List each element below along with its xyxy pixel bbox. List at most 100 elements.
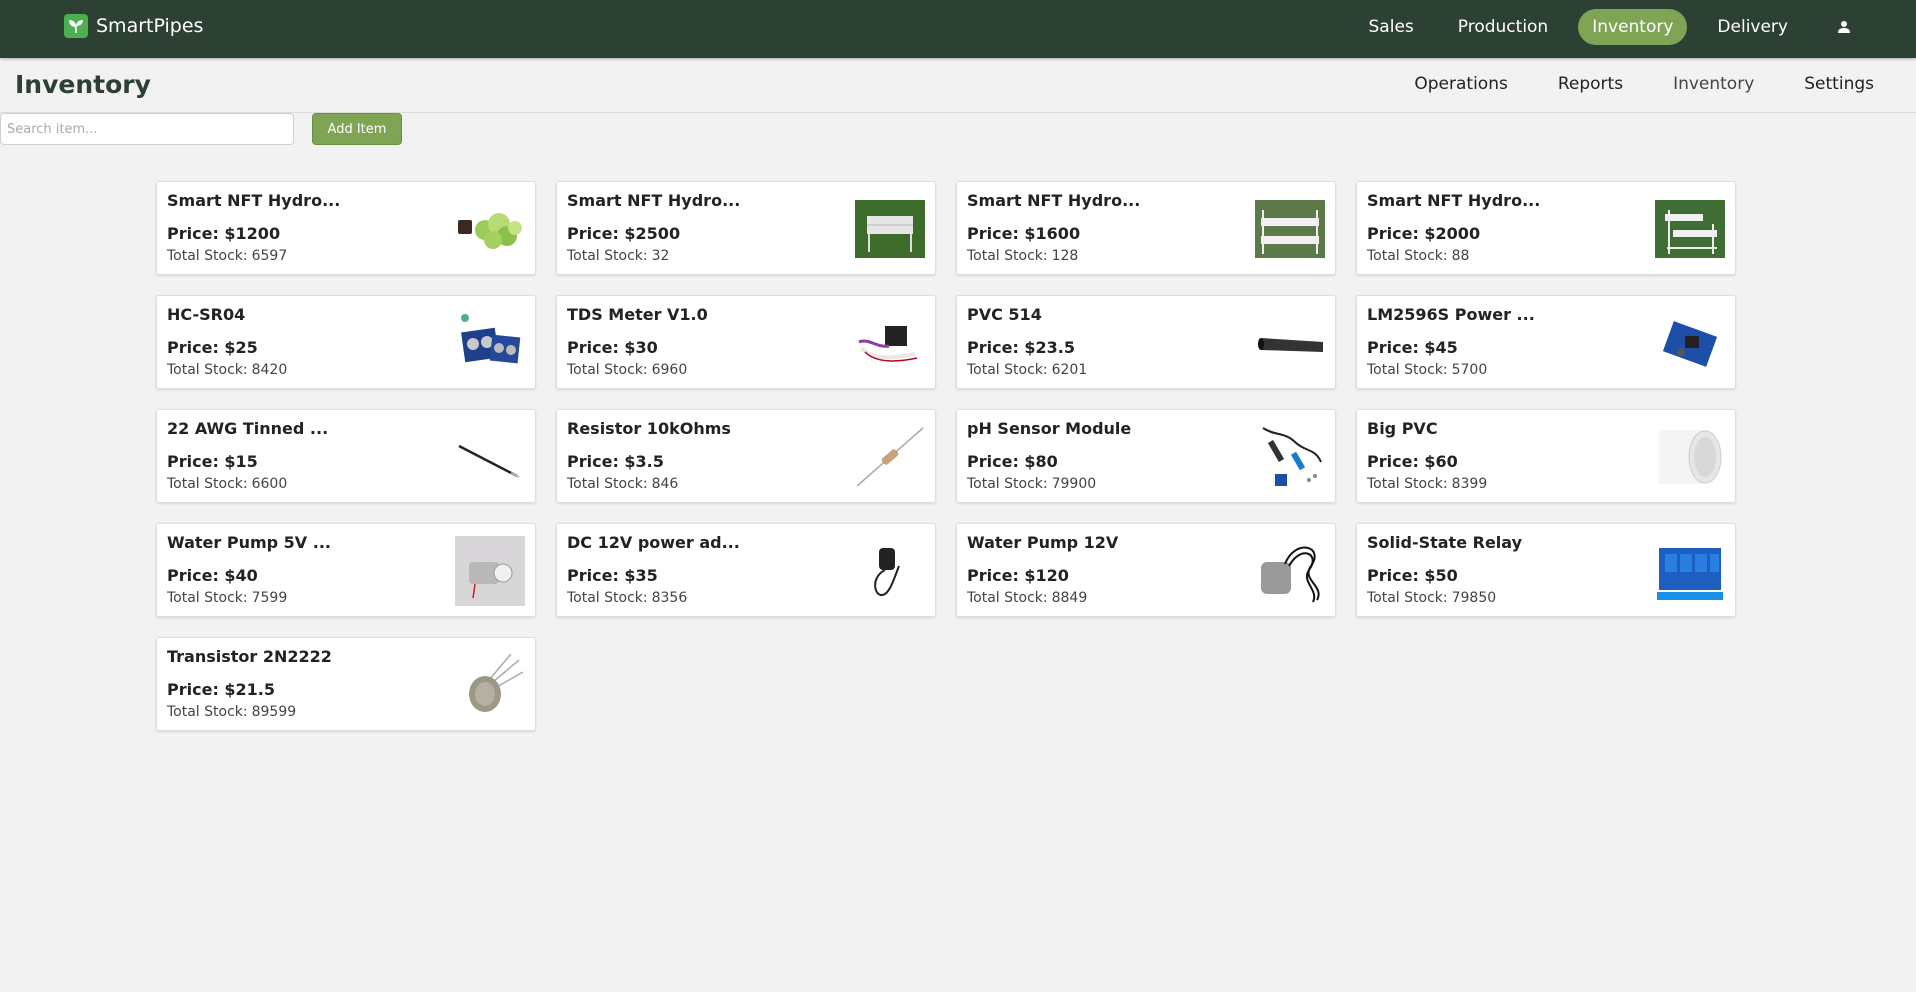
stock-value: 6597 bbox=[251, 248, 288, 264]
item-price: Price: $40 bbox=[167, 566, 258, 585]
item-price: Price: $120 bbox=[967, 566, 1069, 585]
stock-label: Total Stock: bbox=[1367, 362, 1448, 378]
stock-value: 846 bbox=[651, 476, 679, 492]
item-price: Price: $1600 bbox=[967, 224, 1081, 243]
subnav-reports[interactable]: Reports bbox=[1558, 74, 1623, 94]
item-stock: Total Stock: 79900 bbox=[967, 476, 1096, 492]
stock-value: 88 bbox=[1451, 248, 1470, 264]
item-stock: Total Stock: 32 bbox=[567, 248, 669, 264]
subnav-operations[interactable]: Operations bbox=[1414, 74, 1507, 94]
nav-sales[interactable]: Sales bbox=[1355, 9, 1428, 45]
item-stock: Total Stock: 846 bbox=[567, 476, 678, 492]
item-price: Price: $3.5 bbox=[567, 452, 664, 471]
stock-label: Total Stock: bbox=[967, 590, 1048, 606]
item-price: Price: $45 bbox=[1367, 338, 1458, 357]
item-name: Solid-State Relay bbox=[1367, 533, 1523, 552]
stock-value: 8420 bbox=[251, 362, 288, 378]
main-nav: Sales Production Inventory Delivery bbox=[1355, 9, 1916, 45]
item-stock: Total Stock: 89599 bbox=[167, 704, 296, 720]
item-stock: Total Stock: 79850 bbox=[1367, 590, 1496, 606]
toolbar: Add Item bbox=[0, 113, 1916, 147]
stock-value: 8356 bbox=[651, 590, 688, 606]
stock-label: Total Stock: bbox=[1367, 248, 1448, 264]
item-name: Smart NFT Hydro... bbox=[967, 191, 1141, 210]
inventory-card[interactable]: Water Pump 5V ... Price: $40 Total Stock… bbox=[156, 523, 536, 617]
item-name: Water Pump 5V ... bbox=[167, 533, 331, 552]
item-stock: Total Stock: 6597 bbox=[167, 248, 287, 264]
stock-value: 5700 bbox=[1451, 362, 1488, 378]
stock-label: Total Stock: bbox=[167, 362, 248, 378]
stock-label: Total Stock: bbox=[1367, 590, 1448, 606]
inventory-card[interactable]: Smart NFT Hydro... Price: $2000 Total St… bbox=[1356, 181, 1736, 275]
hydroponic-table-icon bbox=[855, 194, 925, 264]
inventory-card[interactable]: TDS Meter V1.0 Price: $30 Total Stock: 69… bbox=[556, 295, 936, 389]
app-name: SmartPipes bbox=[96, 15, 204, 37]
stock-label: Total Stock: bbox=[167, 248, 248, 264]
nav-delivery[interactable]: Delivery bbox=[1703, 9, 1802, 45]
item-stock: Total Stock: 7599 bbox=[167, 590, 287, 606]
subnav-settings[interactable]: Settings bbox=[1804, 74, 1874, 94]
relay-board-icon bbox=[1655, 536, 1725, 606]
item-stock: Total Stock: 6960 bbox=[567, 362, 687, 378]
inventory-card[interactable]: Transistor 2N2222 Price: $21.5 Total Sto… bbox=[156, 637, 536, 731]
stock-label: Total Stock: bbox=[1367, 476, 1448, 492]
inventory-card[interactable]: 22 AWG Tinned ... Price: $15 Total Stock… bbox=[156, 409, 536, 503]
item-name: Smart NFT Hydro... bbox=[167, 191, 341, 210]
item-stock: Total Stock: 5700 bbox=[1367, 362, 1487, 378]
top-navbar: SmartPipes Sales Production Inventory De… bbox=[0, 0, 1916, 58]
inventory-card[interactable]: pH Sensor Module Price: $80 Total Stock:… bbox=[956, 409, 1336, 503]
item-price: Price: $50 bbox=[1367, 566, 1458, 585]
item-price: Price: $30 bbox=[567, 338, 658, 357]
stock-value: 128 bbox=[1051, 248, 1079, 264]
mini-pump-icon bbox=[455, 536, 525, 606]
inventory-card[interactable]: Smart NFT Hydro... Price: $1600 Total St… bbox=[956, 181, 1336, 275]
inventory-card[interactable]: Big PVC Price: $60 Total Stock: 8399 bbox=[1356, 409, 1736, 503]
item-price: Price: $2000 bbox=[1367, 224, 1481, 243]
inventory-card[interactable]: Smart NFT Hydro... Price: $2500 Total St… bbox=[556, 181, 936, 275]
inventory-card[interactable]: PVC 514 Price: $23.5 Total Stock: 6201 bbox=[956, 295, 1336, 389]
stock-label: Total Stock: bbox=[167, 704, 248, 720]
search-input[interactable] bbox=[0, 113, 294, 145]
nav-inventory[interactable]: Inventory bbox=[1578, 9, 1688, 45]
inventory-card[interactable]: LM2596S Power ... Price: $45 Total Stock… bbox=[1356, 295, 1736, 389]
item-name: pH Sensor Module bbox=[967, 419, 1132, 438]
item-name: Smart NFT Hydro... bbox=[1367, 191, 1541, 210]
inventory-card[interactable]: Resistor 10kOhms Price: $3.5 Total Stock… bbox=[556, 409, 936, 503]
stock-value: 32 bbox=[651, 248, 670, 264]
user-icon[interactable] bbox=[1824, 10, 1864, 44]
stock-value: 8399 bbox=[1451, 476, 1488, 492]
hydroponic-rack-icon bbox=[1255, 194, 1325, 264]
tds-meter-icon bbox=[855, 308, 925, 378]
item-price: Price: $35 bbox=[567, 566, 658, 585]
nav-production[interactable]: Production bbox=[1444, 9, 1562, 45]
big-pvc-icon bbox=[1655, 422, 1725, 492]
wire-icon bbox=[455, 422, 525, 492]
stock-label: Total Stock: bbox=[567, 248, 648, 264]
stock-label: Total Stock: bbox=[167, 476, 248, 492]
inventory-card[interactable]: HC-SR04 Price: $25 Total Stock: 8420 bbox=[156, 295, 536, 389]
item-stock: Total Stock: 88 bbox=[1367, 248, 1469, 264]
subnav-inventory[interactable]: Inventory bbox=[1673, 74, 1754, 94]
stock-value: 8849 bbox=[1051, 590, 1088, 606]
brand[interactable]: SmartPipes bbox=[64, 14, 203, 38]
stock-value: 89599 bbox=[251, 704, 297, 720]
power-adapter-icon bbox=[855, 536, 925, 606]
item-price: Price: $2500 bbox=[567, 224, 681, 243]
lettuce-kit-icon bbox=[455, 194, 525, 264]
sprout-logo-icon bbox=[64, 14, 88, 38]
item-name: Water Pump 12V bbox=[967, 533, 1119, 552]
inventory-card[interactable]: Smart NFT Hydro... Price: $1200 Total St… bbox=[156, 181, 536, 275]
sub-header: Inventory Operations Reports Inventory S… bbox=[0, 58, 1916, 113]
item-name: PVC 514 bbox=[967, 305, 1042, 324]
stock-label: Total Stock: bbox=[567, 476, 648, 492]
sub-nav: Operations Reports Inventory Settings bbox=[1414, 74, 1916, 94]
item-name: HC-SR04 bbox=[167, 305, 246, 324]
ph-sensor-icon bbox=[1255, 422, 1325, 492]
inventory-card[interactable]: Solid-State Relay Price: $50 Total Stock… bbox=[1356, 523, 1736, 617]
add-item-button[interactable]: Add Item bbox=[312, 113, 402, 145]
item-stock: Total Stock: 8356 bbox=[567, 590, 687, 606]
item-price: Price: $15 bbox=[167, 452, 258, 471]
inventory-card[interactable]: Water Pump 12V Price: $120 Total Stock: 8… bbox=[956, 523, 1336, 617]
power-module-icon bbox=[1655, 308, 1725, 378]
inventory-card[interactable]: DC 12V power ad... Price: $35 Total Stoc… bbox=[556, 523, 936, 617]
